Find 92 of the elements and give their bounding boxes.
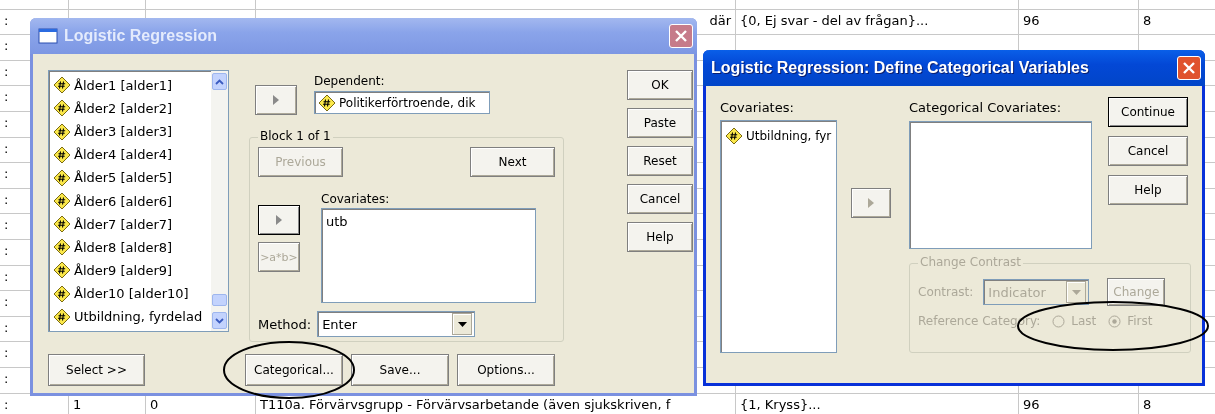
caret-icon: [457, 321, 467, 327]
variable-item[interactable]: Ålder5 [alder5]: [53, 167, 207, 189]
dialog-button[interactable]: Reset: [627, 146, 693, 176]
close-icon: [1182, 61, 1196, 75]
nav-button[interactable]: Next: [470, 147, 555, 177]
dialog-button[interactable]: Help: [627, 222, 693, 252]
categorical-covariates-label: Categorical Covariates:: [909, 100, 1063, 115]
row-marker: :: [4, 114, 9, 130]
option-button[interactable]: Save...: [351, 354, 449, 386]
dialog-button[interactable]: OK: [627, 70, 693, 100]
scrollbar[interactable]: [211, 71, 228, 331]
row-marker: :: [4, 242, 9, 258]
dependent-label: Dependent:: [314, 74, 386, 88]
window-title: Logistic Regression: Define Categorical Variables: [711, 59, 1090, 77]
dependent-field[interactable]: Politikerförtroende, dik: [314, 91, 490, 114]
close-button[interactable]: [1177, 56, 1201, 80]
window-title: Logistic Regression: [64, 27, 218, 45]
diamond-icon: [318, 93, 336, 112]
covariates-label: Covariates:: [720, 100, 795, 115]
diamond-icon: [53, 192, 71, 210]
dialog-button[interactable]: Paste: [627, 108, 693, 138]
variable-item[interactable]: Ålder10 [alder10]: [53, 283, 207, 304]
variable-item[interactable]: Ålder2 [alder2]: [53, 98, 207, 119]
covariate-item[interactable]: utb: [326, 213, 531, 229]
option-button[interactable]: Options...: [457, 354, 555, 386]
diamond-icon: [53, 99, 71, 118]
row-marker: :: [4, 166, 9, 182]
dialog-button[interactable]: Cancel: [627, 184, 693, 214]
variable-item[interactable]: Ålder6 [alder6]: [53, 190, 207, 212]
up-chevron-icon: [215, 78, 224, 85]
row-marker: :: [4, 191, 9, 207]
table-cell: 96: [1023, 396, 1040, 412]
close-button[interactable]: [669, 24, 693, 48]
right-triangle-icon: [276, 215, 282, 225]
close-icon: [674, 29, 688, 43]
variable-item[interactable]: Utbildning, fyrdelad: [53, 306, 207, 328]
covariates-label: Covariates:: [321, 192, 391, 206]
down-chevron-icon: [215, 317, 224, 324]
right-triangle-icon: [868, 198, 874, 208]
row-marker: :: [4, 319, 9, 335]
variable-item[interactable]: Ålder1 [alder1]: [53, 75, 207, 96]
table-cell: {0, Ej svar - del av frågan}...: [740, 12, 929, 28]
diamond-icon: [53, 238, 71, 257]
diamond-icon: [53, 261, 71, 280]
row-marker: :: [4, 345, 9, 361]
row-marker: :: [4, 370, 9, 386]
row-marker: :: [4, 63, 9, 79]
move-button[interactable]: [258, 205, 300, 235]
scrollbar-thumb[interactable]: [212, 294, 227, 306]
row-marker: :: [4, 268, 9, 284]
table-cell: 8: [1143, 12, 1152, 28]
block-label: Block 1 of 1: [258, 129, 333, 143]
covariate-item[interactable]: Utbildning, fyr: [725, 125, 832, 146]
diamond-icon: [53, 145, 71, 164]
diamond-icon: [53, 122, 71, 141]
dialog-button[interactable]: Continue: [1108, 97, 1188, 127]
variable-item[interactable]: Ålder3 [alder3]: [53, 121, 207, 142]
variable-item[interactable]: Ålder8 [alder8]: [53, 237, 207, 258]
table-cell: {1, Kryss}...: [740, 396, 821, 412]
select-button[interactable]: Select >>: [48, 354, 145, 386]
diamond-icon: [53, 76, 71, 95]
dialog-button[interactable]: Cancel: [1108, 136, 1188, 166]
row-marker: :: [4, 89, 9, 105]
diamond-icon: [53, 284, 71, 303]
variable-item[interactable]: Ålder9 [alder9]: [53, 260, 207, 281]
option-button[interactable]: Categorical...: [245, 354, 343, 386]
contrast-label: Contrast:: [918, 285, 974, 299]
table-cell: 8: [1143, 396, 1152, 412]
table-cell: 0: [150, 396, 159, 412]
variable-item[interactable]: Ålder4 [alder4]: [53, 144, 207, 166]
table-cell: där: [709, 12, 731, 28]
caret-icon: [1071, 289, 1081, 295]
right-triangle-icon: [273, 95, 279, 105]
contrast-group-label: Change Contrast: [918, 255, 1024, 269]
table-cell: T110a. Förvärvsgrupp - Förvärvsarbetande (även sjukskriven, f: [260, 396, 671, 412]
row-marker: :: [4, 217, 9, 233]
row-marker: :: [4, 140, 9, 156]
row-marker: :: [4, 38, 9, 54]
row-marker: :: [4, 396, 9, 412]
row-marker: :: [4, 294, 9, 310]
table-cell: 96: [1023, 12, 1040, 28]
diamond-icon: [725, 126, 743, 145]
row-marker: :: [4, 12, 9, 28]
diamond-icon: [53, 168, 71, 187]
table-cell: 1: [73, 396, 82, 412]
diamond-icon: [53, 215, 71, 234]
method-label: Method:: [258, 316, 312, 332]
window-icon: [38, 28, 58, 44]
dialog-button[interactable]: Help: [1108, 175, 1188, 205]
method-select[interactable]: Enter: [317, 311, 476, 337]
diamond-icon: [53, 307, 71, 326]
variable-item[interactable]: Ålder7 [alder7]: [53, 213, 207, 235]
